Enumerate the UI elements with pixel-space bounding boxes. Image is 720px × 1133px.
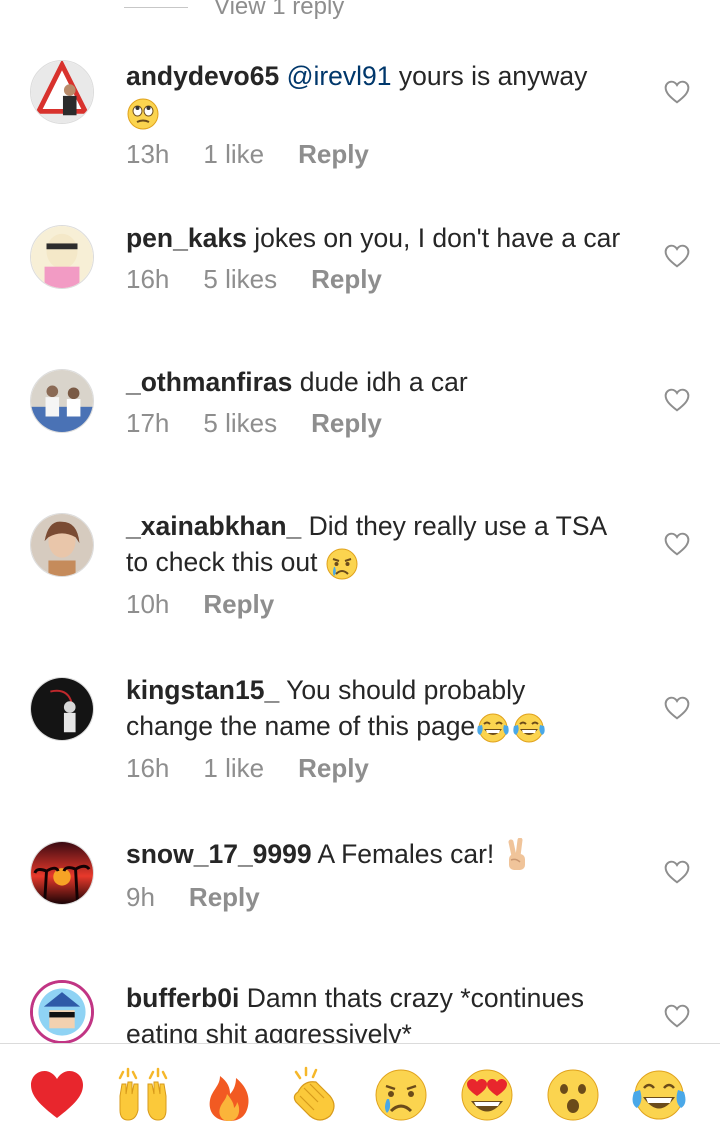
comment-time: 10h [126,589,170,619]
like-heart-icon[interactable] [664,532,690,556]
heart-eyes-face-icon[interactable] [458,1066,516,1124]
comment-body: _xainabkhan_ Did they really use a TSA t… [126,508,646,620]
clapping-hands-icon[interactable] [286,1066,344,1124]
reply-button[interactable]: Reply [311,408,382,439]
comment-time: 16h [126,753,170,783]
comment-time: 9h [126,882,155,912]
comment-message: jokes on you, I don't have a car [254,223,621,253]
like-heart-icon[interactable] [664,244,690,268]
comment-meta: 16h 5 likes Reply [126,264,646,295]
avatar-image [31,514,93,576]
comment-text: pen_kaks jokes on you, I don't have a ca… [126,220,646,256]
comment-username[interactable]: bufferb0i [126,983,239,1013]
comment-body: kingstan15_ You should probably change t… [126,672,646,784]
like-heart-icon[interactable] [664,80,690,104]
avatar-image [31,678,93,740]
view-replies-label: View 1 reply [214,0,345,20]
avatar-image [31,226,93,288]
comment-body: snow_17_9999 A Females car! 9h Reply [126,836,646,913]
avatar[interactable] [30,980,94,1044]
comment-meta: 16h 1 like Reply [126,753,646,784]
avatar[interactable] [30,677,94,741]
quick-reaction-bar [0,1043,720,1133]
comment-message: Did they really use a TSA [308,511,608,541]
tears-of-joy-emoji-icon [513,713,545,743]
comment-username[interactable]: pen_kaks [126,223,247,253]
raising-hands-icon[interactable] [114,1066,172,1124]
astonished-face-icon[interactable] [544,1066,602,1124]
comment-username[interactable]: _xainabkhan_ [126,511,301,541]
comment-likes[interactable]: 5 likes [203,264,277,295]
comment-time: 13h [126,139,170,169]
tears-of-joy-emoji-icon [477,713,509,743]
victory-hand-emoji-icon [508,838,525,870]
comment-likes[interactable]: 5 likes [203,408,277,439]
reply-button[interactable]: Reply [189,882,260,913]
tears-of-joy-icon[interactable] [630,1066,688,1124]
comment-message-continued: to check this out [126,547,318,577]
comment-text: _xainabkhan_ Did they really use a TSA t… [126,508,646,581]
rolling-eyes-emoji-icon [127,98,159,130]
comment-username[interactable]: _othmanfiras [126,367,292,397]
comment-text: snow_17_9999 A Females car! [126,836,646,874]
comment-text: andydevo65 @irevl91 yours is anyway [126,58,646,131]
reply-button[interactable]: Reply [298,139,369,170]
reply-button[interactable]: Reply [203,589,274,620]
avatar-image [33,983,91,1041]
comment-message: A Females car! [317,839,495,869]
like-heart-icon[interactable] [664,696,690,720]
comment-mention[interactable]: @irevl91 [287,61,392,91]
reply-button[interactable]: Reply [298,753,369,784]
red-heart-icon[interactable] [28,1066,86,1124]
comment-message: You should probably [286,675,526,705]
comment-username[interactable]: andydevo65 [126,61,279,91]
comment-username[interactable]: snow_17_9999 [126,839,312,869]
avatar[interactable] [30,369,94,433]
view-replies-button[interactable]: View 1 reply [124,0,344,22]
comment-body: andydevo65 @irevl91 yours is anyway 13h … [126,58,646,170]
comment-time: 16h [126,264,170,294]
avatar-image [31,61,93,123]
comment-message: yours is anyway [398,61,588,91]
comment-message: dude idh a car [299,367,468,397]
avatar-image [31,842,93,904]
comment-meta: 13h 1 like Reply [126,139,646,170]
comment-meta: 17h 5 likes Reply [126,408,646,439]
like-heart-icon[interactable] [664,860,690,884]
comment-body: pen_kaks jokes on you, I don't have a ca… [126,220,646,295]
like-heart-icon[interactable] [664,1004,690,1028]
comment-text: kingstan15_ You should probably change t… [126,672,646,745]
avatar[interactable] [30,60,94,124]
comment-body: _othmanfiras dude idh a car 17h 5 likes … [126,364,646,439]
comment-meta: 10h Reply [126,589,646,620]
crying-face-icon[interactable] [372,1066,430,1124]
comment-message: Damn thats crazy *continues [246,983,585,1013]
comment-body: bufferb0i Damn thats crazy *continues ea… [126,980,646,1052]
like-heart-icon[interactable] [664,388,690,412]
reply-divider-line [124,6,188,8]
crying-face-emoji-icon [326,548,358,580]
comment-username[interactable]: kingstan15_ [126,675,279,705]
comment-meta: 9h Reply [126,882,646,913]
comment-text: _othmanfiras dude idh a car [126,364,646,400]
comment-text: bufferb0i Damn thats crazy *continues ea… [126,980,646,1052]
comment-time: 17h [126,408,170,438]
comment-message-continued: change the name of this page [126,711,476,741]
comment-likes[interactable]: 1 like [203,139,264,170]
avatar[interactable] [30,841,94,905]
reply-button[interactable]: Reply [311,264,382,295]
avatar-image [31,370,93,432]
avatar[interactable] [30,513,94,577]
comment-likes[interactable]: 1 like [203,753,264,784]
fire-icon[interactable] [200,1066,258,1124]
avatar[interactable] [30,225,94,289]
